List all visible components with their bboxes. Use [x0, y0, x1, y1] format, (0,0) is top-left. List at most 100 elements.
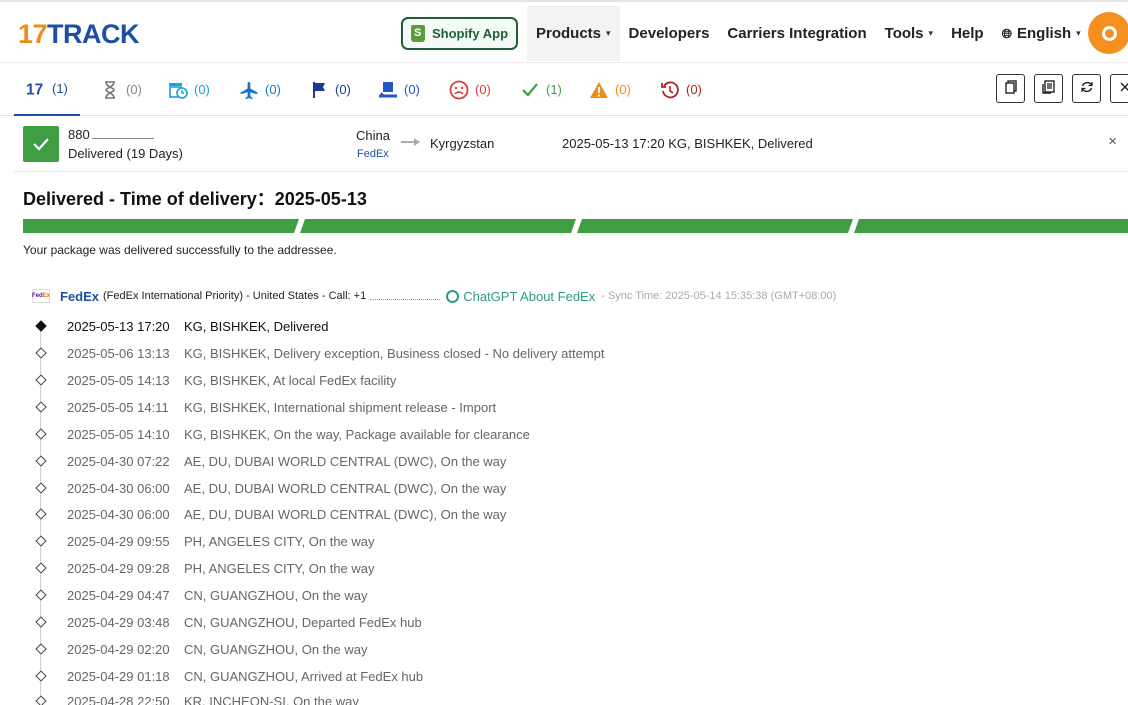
- timeline-marker-icon: [35, 347, 47, 359]
- nav-developers[interactable]: Developers: [620, 6, 719, 61]
- tab-in-transit[interactable]: (0): [239, 63, 281, 116]
- carrier-info-line: Fed Ex FedEx (FedEx International Priorit…: [32, 287, 836, 305]
- caret-down-icon: ▾: [928, 28, 934, 38]
- timeline-event: 2025-05-05 14:11 KG, BISHKEK, Internation…: [0, 394, 1128, 421]
- tab-count: (0): [194, 82, 210, 97]
- 17track-logo[interactable]: 17TRACK: [18, 19, 140, 50]
- timeline-event: 2025-04-30 07:22 AE, DU, DUBAI WORLD CENT…: [0, 448, 1128, 475]
- tab-count: (0): [265, 82, 281, 97]
- nav-developers-label: Developers: [628, 25, 710, 42]
- timeline-event: 2025-04-30 06:00 AE, DU, DUBAI WORLD CENT…: [0, 475, 1128, 502]
- tab-alert[interactable]: (0): [589, 63, 631, 116]
- nav-products-label: Products: [536, 25, 602, 42]
- globe-icon: 🌐︎: [1001, 25, 1012, 41]
- timeline-event: 2025-05-05 14:10 KG, BISHKEK, On the way,…: [0, 421, 1128, 448]
- nav-language-label: English: [1016, 25, 1072, 42]
- refresh-button[interactable]: [1072, 74, 1101, 103]
- tab-not-found[interactable]: (0): [100, 63, 142, 116]
- tab-count: (1): [546, 82, 562, 97]
- timeline-event: 2025-05-05 14:13 KG, BISHKEK, At local Fe…: [0, 367, 1128, 394]
- nav-help-label: Help: [951, 25, 984, 42]
- origin-country: China: [356, 128, 390, 143]
- quick-search-button[interactable]: [1088, 12, 1128, 54]
- progress-segment: [300, 219, 576, 233]
- tab-undelivered[interactable]: (0): [449, 63, 491, 116]
- event-description: KR, INCHEON-SI, On the way: [184, 694, 359, 705]
- check-icon: [520, 82, 540, 98]
- timeline-event: 2025-04-29 01:18 CN, GUANGZHOU, Arrived a…: [0, 663, 1128, 690]
- copy-details-button[interactable]: [1034, 74, 1063, 103]
- shipment-summary-row[interactable]: 880 Delivered (19 Days) China FedEx Kyrg…: [14, 117, 1128, 172]
- timeline-event: 2025-04-29 09:55 PH, ANGELES CITY, On the…: [0, 528, 1128, 555]
- chatgpt-label: ChatGPT About FedEx: [463, 288, 596, 304]
- carrier-name-link[interactable]: FedEx: [60, 289, 99, 304]
- chatgpt-icon: [446, 289, 460, 303]
- timeline-marker-icon: [35, 616, 47, 628]
- shopify-app-label: Shopify App: [431, 26, 509, 41]
- event-time: 2025-05-05 14:13: [67, 373, 170, 388]
- event-description: AE, DU, DUBAI WORLD CENTRAL (DWC), On th…: [184, 507, 507, 522]
- nav-products[interactable]: Products ▾: [527, 6, 620, 61]
- nav-carriers-integration[interactable]: Carriers Integration: [718, 6, 875, 61]
- timeline-event: 2025-04-29 04:47 CN, GUANGZHOU, On the wa…: [0, 582, 1128, 609]
- timeline-event: 2025-05-06 13:13 KG, BISHKEK, Delivery ex…: [0, 340, 1128, 367]
- truck-clock-icon: [168, 81, 188, 99]
- timeline-marker-icon: [35, 401, 47, 413]
- delivery-title: Delivered - Time of delivery：2025-05-13: [23, 189, 367, 209]
- event-time: 2025-04-29 09:55: [67, 534, 170, 549]
- timeline-marker-icon: [35, 455, 47, 467]
- collapse-icon[interactable]: ✕: [1108, 135, 1117, 148]
- route-arrow-icon: [401, 138, 420, 146]
- refresh-icon: [1080, 80, 1094, 97]
- carrier-link[interactable]: FedEx: [357, 148, 389, 160]
- caret-down-icon: ▾: [606, 28, 611, 38]
- timeline-event: 2025-04-29 03:48 CN, GUANGZHOU, Departed …: [0, 609, 1128, 636]
- event-description: KG, BISHKEK, Delivery exception, Busines…: [184, 346, 605, 361]
- hourglass-icon: [100, 80, 120, 99]
- nav-help[interactable]: Help: [942, 6, 993, 61]
- sad-face-icon: [449, 80, 469, 100]
- nav-tools[interactable]: Tools ▾: [876, 6, 942, 61]
- tab-pick-up[interactable]: (0): [378, 63, 420, 116]
- event-description: CN, GUANGZHOU, Departed FedEx hub: [184, 615, 422, 630]
- event-time: 2025-05-05 14:10: [67, 427, 170, 442]
- shopify-app-button[interactable]: Shopify App: [401, 17, 518, 50]
- tracking-number-prefix: 880: [68, 127, 90, 142]
- logo-number: 17: [18, 19, 48, 49]
- tab-out-for-delivery[interactable]: (0): [309, 63, 351, 116]
- tab-expired[interactable]: (0): [660, 63, 702, 116]
- latest-event: 2025-05-13 17:20 KG, BISHKEK, Delivered: [562, 136, 813, 151]
- tab-all[interactable]: 17 (1): [14, 63, 80, 116]
- warning-icon: [589, 81, 609, 99]
- tracking-number[interactable]: 880: [68, 127, 154, 142]
- event-time: 2025-05-05 14:11: [67, 400, 169, 415]
- tab-count: (0): [686, 82, 702, 97]
- event-time: 2025-04-29 01:18: [67, 669, 170, 684]
- event-time: 2025-04-30 06:00: [67, 507, 170, 522]
- main-nav: Products ▾ Developers Carriers Integratio…: [527, 6, 1090, 61]
- tab-info-received[interactable]: (0): [168, 63, 210, 116]
- expand-button[interactable]: [1110, 74, 1128, 103]
- chatgpt-about-fedex-link[interactable]: ChatGPT About FedEx: [446, 289, 595, 304]
- timeline-marker-icon: [35, 670, 47, 682]
- event-time: 2025-04-29 02:20: [67, 642, 170, 657]
- event-description: KG, BISHKEK, International shipment rele…: [184, 400, 497, 415]
- expand-icon: [1118, 80, 1128, 97]
- carrier-service-info: (FedEx International Priority) - United …: [103, 290, 367, 302]
- timeline-event: 2025-05-13 17:20 KG, BISHKEK, Delivered: [0, 313, 1128, 340]
- timeline-marker-icon: [35, 374, 47, 386]
- timeline-marker-icon: [35, 643, 47, 655]
- tab-delivered[interactable]: (1): [520, 63, 562, 116]
- tab-count: (1): [52, 81, 68, 96]
- copy-button[interactable]: [996, 74, 1025, 103]
- event-description: AE, DU, DUBAI WORLD CENTRAL (DWC), On th…: [184, 481, 507, 496]
- event-description: PH, ANGELES CITY, On the way: [184, 534, 375, 549]
- status-tabs: 17 (1) (0) (0) (0) (0) (0) (0) (1) (0) (…: [0, 63, 1128, 116]
- logo-word: TRACK: [47, 19, 140, 49]
- nav-carriers-label: Carriers Integration: [727, 25, 867, 42]
- tab-count: (0): [335, 82, 351, 97]
- airplane-icon: [239, 81, 259, 99]
- tab-count: (0): [404, 82, 420, 97]
- timeline-marker-icon: [35, 535, 47, 547]
- nav-language[interactable]: 🌐︎ English ▾: [993, 6, 1090, 61]
